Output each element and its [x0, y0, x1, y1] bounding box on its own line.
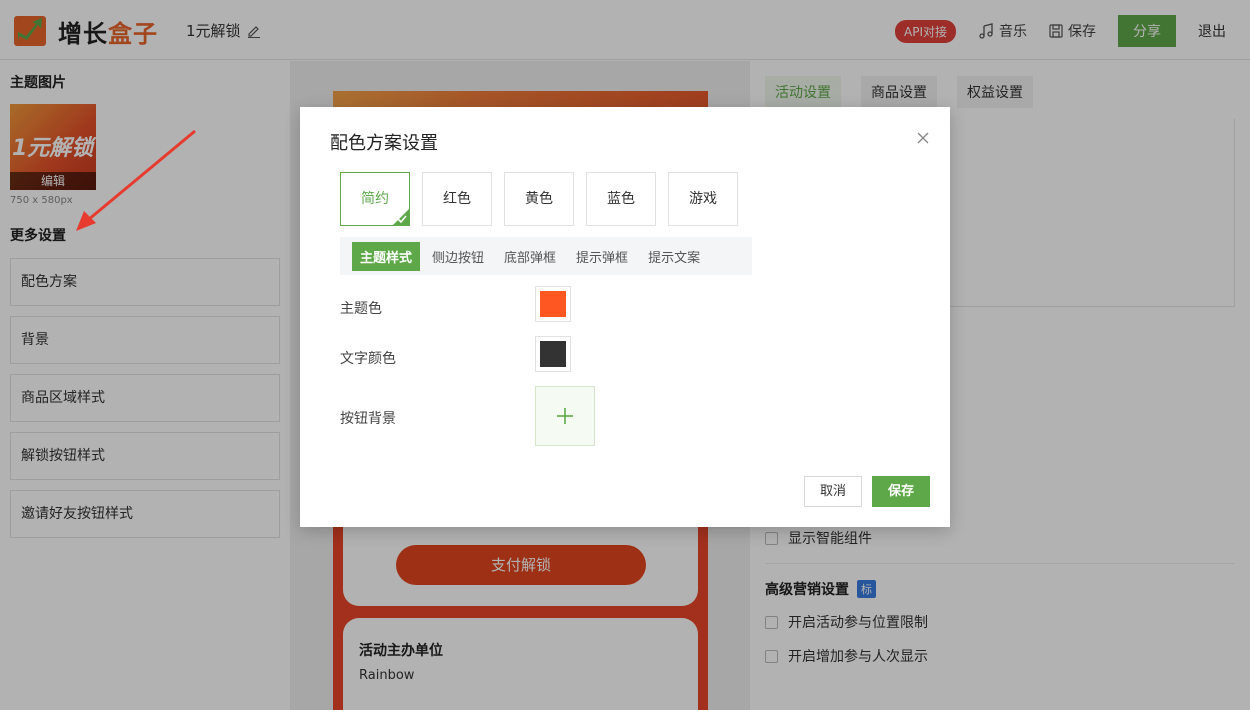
text-color-label: 文字颜色 — [340, 351, 396, 367]
scheme-red[interactable]: 红色 — [422, 172, 492, 226]
subtab-tip-popup[interactable]: 提示弹框 — [568, 242, 636, 271]
cancel-button[interactable]: 取消 — [804, 476, 862, 507]
scheme-game[interactable]: 游戏 — [668, 172, 738, 226]
scheme-simple[interactable]: 简约 — [340, 172, 410, 226]
text-color-swatch — [540, 341, 566, 367]
close-icon[interactable] — [916, 131, 930, 145]
save-button[interactable]: 保存 — [872, 476, 930, 507]
subtab-side-button[interactable]: 侧边按钮 — [424, 242, 492, 271]
checkmark-icon — [397, 215, 407, 224]
button-bg-upload[interactable] — [535, 386, 595, 446]
scheme-options: 简约 红色 黄色 蓝色 游戏 — [340, 172, 738, 226]
scheme-blue[interactable]: 蓝色 — [586, 172, 656, 226]
red-arrow-annotation — [76, 129, 196, 231]
button-bg-label: 按钮背景 — [340, 411, 396, 427]
color-scheme-dialog: 配色方案设置 简约 红色 黄色 蓝色 游戏 主题样式 侧边按钮 底部弹框 提示弹… — [300, 107, 950, 527]
theme-color-picker[interactable] — [535, 286, 571, 322]
scheme-yellow[interactable]: 黄色 — [504, 172, 574, 226]
scheme-label: 简约 — [361, 191, 389, 207]
plus-icon — [557, 408, 573, 424]
subtab-bottom-popup[interactable]: 底部弹框 — [496, 242, 564, 271]
text-color-picker[interactable] — [535, 336, 571, 372]
style-subtabs: 主题样式 侧边按钮 底部弹框 提示弹框 提示文案 — [340, 237, 752, 275]
subtab-tip-text[interactable]: 提示文案 — [640, 242, 708, 271]
subtab-theme-style[interactable]: 主题样式 — [352, 241, 421, 271]
theme-color-label: 主题色 — [340, 301, 382, 317]
dialog-title: 配色方案设置 — [330, 133, 438, 154]
theme-color-swatch — [540, 291, 566, 317]
